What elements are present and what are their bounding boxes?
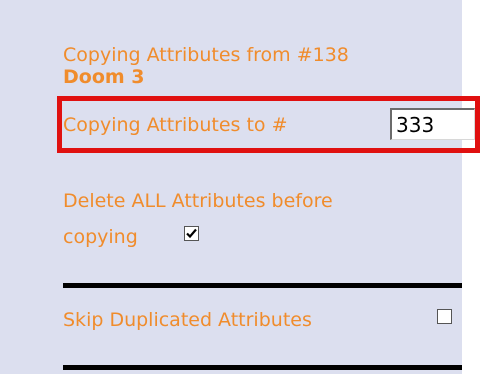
copy-attributes-panel: Copying Attributes from #138 Doom 3 Copy… xyxy=(0,0,462,374)
checkbox-checked-icon xyxy=(186,228,197,239)
skip-duplicates-checkbox[interactable] xyxy=(437,309,452,324)
section-divider xyxy=(63,365,462,370)
copy-from-label: Copying Attributes from #138 xyxy=(63,44,349,66)
skip-duplicates-label: Skip Duplicated Attributes xyxy=(63,309,312,331)
section-divider xyxy=(63,283,462,288)
copy-from-source-name: Doom 3 xyxy=(63,66,145,88)
delete-all-label-line1: Delete ALL Attributes before xyxy=(63,190,333,212)
delete-all-checkbox[interactable] xyxy=(184,226,199,241)
highlight-annotation xyxy=(57,96,480,153)
delete-all-label-line2: copying xyxy=(63,226,138,248)
